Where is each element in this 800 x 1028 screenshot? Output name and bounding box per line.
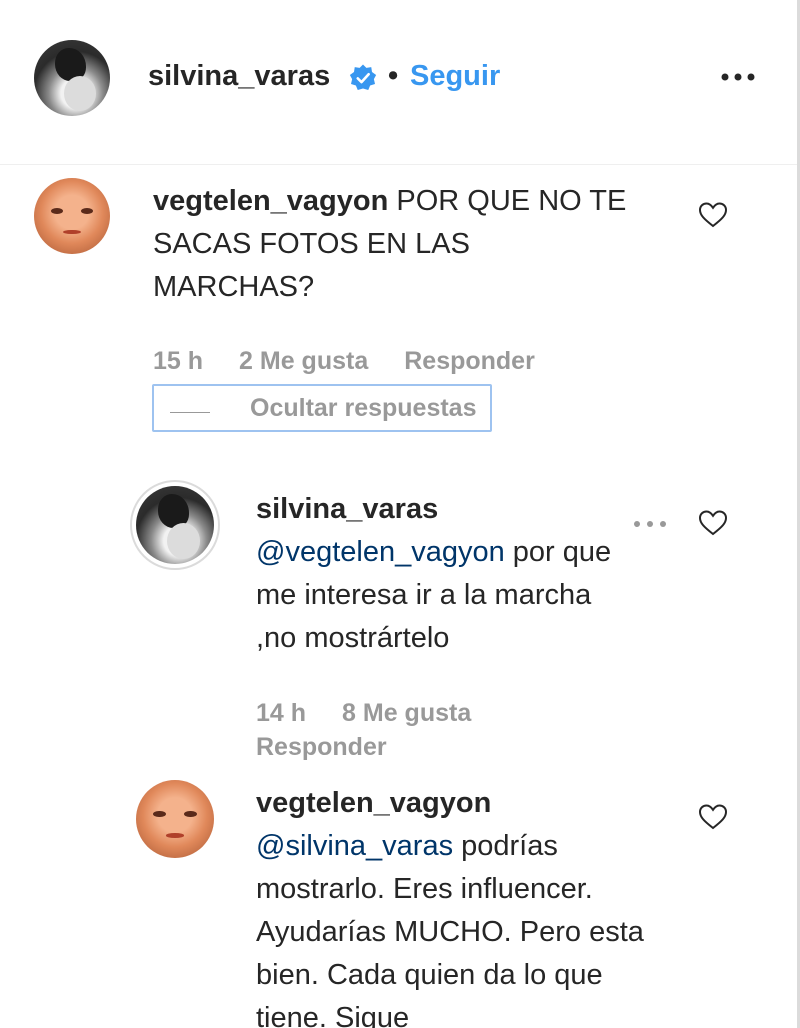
comment-options-icon[interactable] xyxy=(630,514,670,534)
hide-replies-button[interactable]: Ocultar respuestas xyxy=(152,384,492,432)
post-header: silvina_varas • Seguir xyxy=(0,0,797,165)
reply-meta: 14 h 8 Me gusta Responder xyxy=(256,696,556,764)
commenter-avatar[interactable] xyxy=(34,178,110,254)
comment-likes[interactable]: 2 Me gusta xyxy=(239,347,368,375)
reply-avatar[interactable] xyxy=(136,780,214,858)
divider-line xyxy=(170,412,210,413)
like-heart-icon[interactable] xyxy=(698,802,728,832)
reply-avatar[interactable] xyxy=(136,486,214,564)
follow-button[interactable]: Seguir xyxy=(410,60,500,93)
reply-button[interactable]: Responder xyxy=(256,733,387,761)
comment-body: vegtelen_vagyon POR QUE NO TE SACAS FOTO… xyxy=(153,180,633,309)
like-heart-icon[interactable] xyxy=(698,508,728,538)
post-comments-panel: silvina_varas • Seguir vegtelen_vagyon P… xyxy=(0,0,797,1028)
comment-username[interactable]: vegtelen_vagyon xyxy=(153,185,388,217)
reply-mention[interactable]: @vegtelen_vagyon xyxy=(256,536,505,568)
author-avatar[interactable] xyxy=(34,40,110,116)
reply-time[interactable]: 14 h xyxy=(256,699,306,727)
reply-mention[interactable]: @silvina_varas xyxy=(256,830,453,862)
reply-body: vegtelen_vagyon @silvina_varas podrías m… xyxy=(256,782,656,1028)
more-options-icon[interactable] xyxy=(718,62,758,92)
reply-button[interactable]: Responder xyxy=(404,347,535,375)
reply-likes[interactable]: 8 Me gusta xyxy=(342,699,471,727)
header-separator: • xyxy=(388,60,399,92)
comment-time[interactable]: 15 h xyxy=(153,347,203,375)
comment-meta: 15 h 2 Me gusta Responder xyxy=(153,344,571,378)
reply-username[interactable]: silvina_varas xyxy=(256,488,616,531)
reply-username[interactable]: vegtelen_vagyon xyxy=(256,782,656,825)
like-heart-icon[interactable] xyxy=(698,200,728,230)
reply-body: silvina_varas @vegtelen_vagyon por que m… xyxy=(256,488,616,660)
author-username[interactable]: silvina_varas xyxy=(148,60,330,93)
hide-replies-label: Ocultar respuestas xyxy=(250,394,477,422)
verified-badge-icon xyxy=(349,64,377,90)
